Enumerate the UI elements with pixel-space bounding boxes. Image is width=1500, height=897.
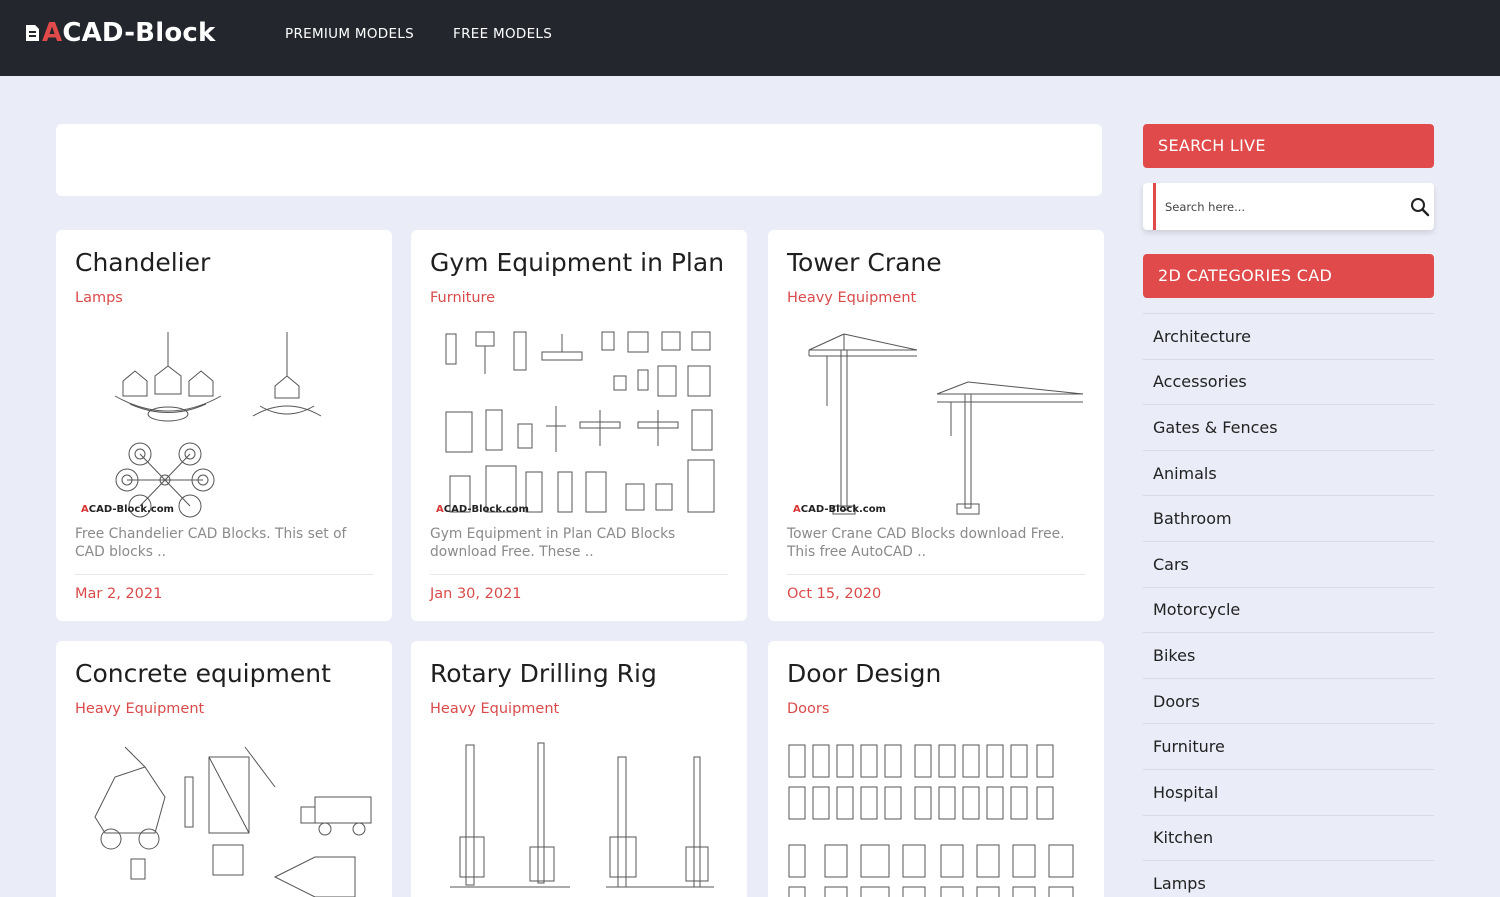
category-item: Lamps [1143,860,1434,897]
post-title[interactable]: Tower Crane [787,248,942,277]
divider [75,574,373,575]
category-link-doors[interactable]: Doors [1153,692,1200,711]
post-thumbnail[interactable] [75,737,373,897]
category-item: Gates & Fences [1143,404,1434,450]
category-item: Doors [1143,677,1434,724]
category-item: Kitchen [1143,814,1434,861]
post-category[interactable]: Heavy Equipment [787,290,916,306]
post-category[interactable]: Heavy Equipment [430,701,559,717]
category-item: Bikes [1143,632,1434,678]
category-list: Architecture Accessories Gates & Fences … [1143,313,1434,897]
post-category[interactable]: Furniture [430,290,495,306]
post-excerpt: Tower Crane CAD Blocks download Free. Th… [787,526,1065,560]
post-thumbnail[interactable] [430,737,728,897]
category-link-gates-fences[interactable]: Gates & Fences [1153,418,1278,437]
category-link-lamps[interactable]: Lamps [1153,874,1206,893]
ad-banner-placeholder [56,124,1102,196]
post-thumbnail[interactable]: ACAD-Block.com [75,326,373,518]
post-category[interactable]: Heavy Equipment [75,701,204,717]
category-item: Hospital [1143,768,1434,815]
category-item: Cars [1143,540,1434,587]
post-title[interactable]: Chandelier [75,248,210,277]
post-thumbnail[interactable] [787,737,1085,897]
post-thumbnail[interactable]: ACAD-Block.com [787,326,1085,518]
category-item: Furniture [1143,723,1434,769]
category-item: Animals [1143,449,1434,496]
category-item: Motorcycle [1143,586,1434,633]
logo-text: CAD-Block [62,18,216,48]
post-category[interactable]: Lamps [75,290,123,306]
search-box [1143,183,1434,230]
post-thumbnail[interactable]: ACAD-Block.com [430,326,728,518]
category-link-bathroom[interactable]: Bathroom [1153,509,1232,528]
logo-letter-a: A [42,18,63,48]
category-link-architecture[interactable]: Architecture [1153,327,1251,346]
category-link-cars[interactable]: Cars [1153,555,1189,574]
post-category[interactable]: Doors [787,701,829,717]
search-input[interactable] [1165,195,1395,219]
post-card[interactable]: Gym Equipment in Plan Furniture ACAD-Blo… [411,230,747,621]
post-title[interactable]: Rotary Drilling Rig [430,659,657,688]
site-logo[interactable]: A CAD-Block [26,16,215,50]
document-icon [26,25,39,41]
post-card[interactable]: Door Design Doors [768,641,1104,897]
category-item: Bathroom [1143,495,1434,541]
divider [430,574,728,575]
watermark: ACAD-Block.com [81,504,174,515]
post-date: Oct 15, 2020 [787,586,882,602]
post-excerpt: Free Chandelier CAD Blocks. This set of … [75,526,347,560]
search-live-heading: SEARCH LIVE [1143,124,1434,168]
main-nav: PREMIUM MODELS FREE MODELS [285,26,552,42]
search-accent-bar [1153,183,1156,230]
categories-heading: 2D CATEGORIES CAD [1143,254,1434,298]
category-link-furniture[interactable]: Furniture [1153,737,1225,756]
category-link-kitchen[interactable]: Kitchen [1153,828,1213,847]
category-link-hospital[interactable]: Hospital [1153,783,1218,802]
nav-free-models[interactable]: FREE MODELS [453,26,552,42]
post-excerpt: Gym Equipment in Plan CAD Blocks downloa… [430,526,676,560]
post-title[interactable]: Concrete equipment [75,659,331,688]
divider [787,574,1085,575]
site-header: A CAD-Block PREMIUM MODELS FREE MODELS [0,0,1500,76]
post-date: Mar 2, 2021 [75,586,163,602]
category-link-motorcycle[interactable]: Motorcycle [1153,600,1240,619]
watermark: ACAD-Block.com [793,504,886,515]
post-card[interactable]: Rotary Drilling Rig Heavy Equipment [411,641,747,897]
category-link-accessories[interactable]: Accessories [1153,372,1247,391]
post-card[interactable]: Concrete equipment Heavy Equipment [56,641,392,897]
category-item: Accessories [1143,358,1434,405]
category-link-animals[interactable]: Animals [1153,464,1217,483]
post-title[interactable]: Door Design [787,659,941,688]
category-item: Architecture [1143,313,1434,359]
post-card[interactable]: Tower Crane Heavy Equipment ACAD-Block.c… [768,230,1104,621]
category-link-bikes[interactable]: Bikes [1153,646,1195,665]
nav-premium-models[interactable]: PREMIUM MODELS [285,26,414,42]
post-card[interactable]: Chandelier Lamps ACAD-Block.com Free Cha… [56,230,392,621]
search-icon[interactable] [1410,197,1430,217]
watermark: ACAD-Block.com [436,504,529,515]
post-title[interactable]: Gym Equipment in Plan [430,248,724,277]
post-date: Jan 30, 2021 [430,586,522,602]
